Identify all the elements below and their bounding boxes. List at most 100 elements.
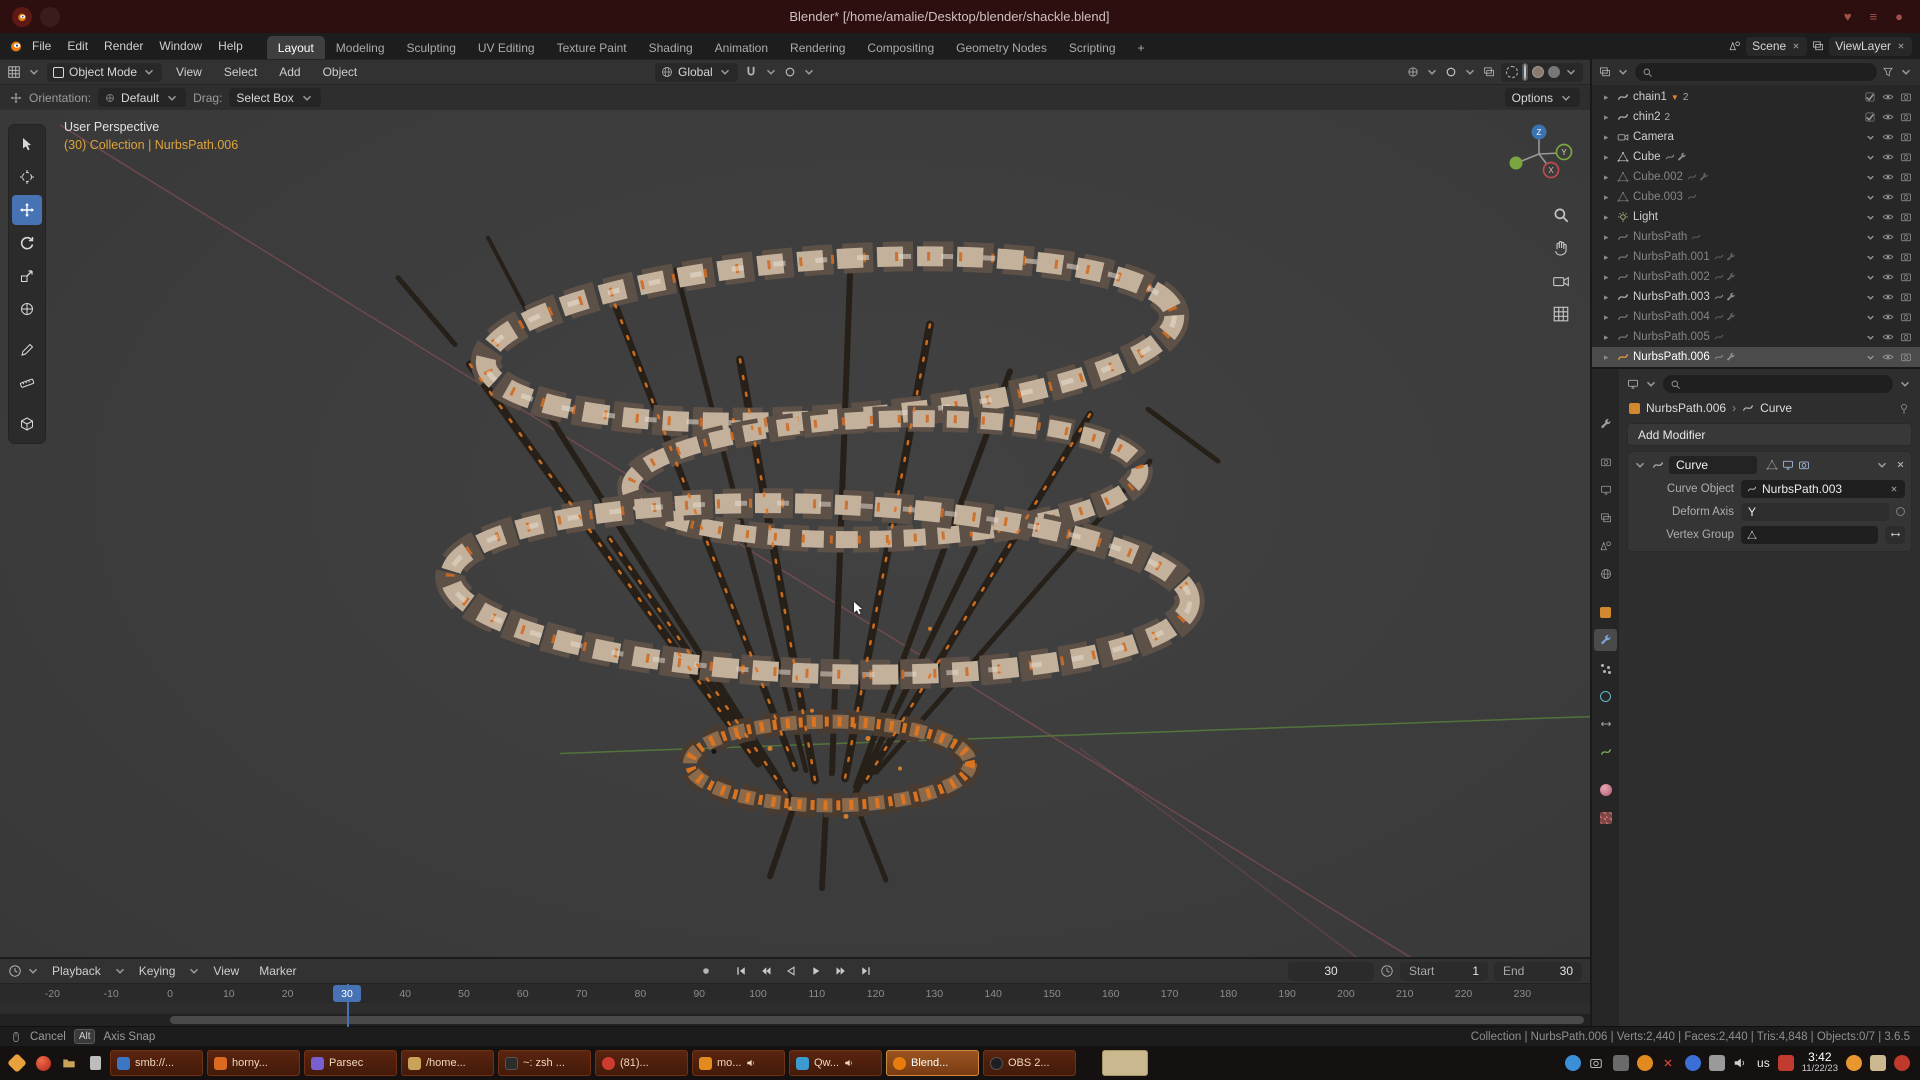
tab-object-data[interactable]	[1594, 741, 1617, 763]
shading-chevron-icon[interactable]	[1564, 65, 1578, 79]
tab-modeling[interactable]: Modeling	[325, 36, 396, 59]
menu-window[interactable]: Window	[151, 36, 210, 56]
window-menu-icon[interactable]: ≡	[1865, 9, 1883, 24]
properties-search-input[interactable]	[1663, 375, 1893, 393]
disable-in-renders-icon[interactable]	[1900, 311, 1912, 323]
outliner-row-nurbspath[interactable]: ▸NurbsPath	[1592, 227, 1920, 247]
taskbar-window-untitled[interactable]	[1102, 1050, 1148, 1076]
outliner-row-nurbspath-003[interactable]: ▸NurbsPath.003	[1592, 287, 1920, 307]
frame-start-field[interactable]: Start1	[1400, 962, 1488, 981]
show-overlays-icon[interactable]	[1445, 66, 1457, 78]
hide-in-viewport-eye-icon[interactable]	[1882, 211, 1894, 223]
screenshot-tray-icon[interactable]	[1589, 1055, 1605, 1071]
menu-marker[interactable]: Marker	[251, 961, 304, 981]
taskbar-window-mo[interactable]: mo...	[692, 1050, 785, 1076]
tool-select-box[interactable]	[12, 129, 42, 159]
viewlayer-remove-icon[interactable]	[1896, 41, 1906, 51]
taskbar-window-horny[interactable]: horny...	[207, 1050, 300, 1076]
add-workspace-button[interactable]: +	[1127, 36, 1156, 59]
media-tray-icon[interactable]	[1613, 1055, 1629, 1071]
rendered-shading-icon[interactable]	[1548, 66, 1560, 78]
chevron-icon[interactable]	[1865, 192, 1876, 203]
add-modifier-button[interactable]: Add Modifier	[1627, 423, 1912, 446]
expand-arrow-icon[interactable]: ▸	[1604, 152, 1613, 163]
render-display-icon[interactable]	[1798, 459, 1810, 471]
timeline-editor-icon[interactable]	[8, 964, 22, 978]
deform-axis-dropdown[interactable]: Y	[1741, 503, 1889, 521]
chevron-icon[interactable]	[1865, 332, 1876, 343]
tab-texture[interactable]	[1594, 807, 1617, 829]
workspace-switcher-icon[interactable]	[40, 7, 60, 27]
taskbar-window-81[interactable]: (81)...	[595, 1050, 688, 1076]
info-tray-icon[interactable]	[1565, 1055, 1581, 1071]
menu-object[interactable]: Object	[315, 62, 366, 82]
tool-transform[interactable]	[12, 294, 42, 324]
disable-in-renders-icon[interactable]	[1900, 351, 1912, 363]
use-preview-range-icon[interactable]	[1380, 964, 1394, 978]
orthographic-grid-icon[interactable]	[1552, 305, 1570, 323]
outliner-row-cube[interactable]: ▸Cube	[1592, 147, 1920, 167]
chevron-icon[interactable]	[1865, 292, 1876, 303]
vertex-group-field[interactable]	[1741, 526, 1878, 544]
record-tray-icon[interactable]	[1894, 1055, 1910, 1071]
exclude-checkbox-icon[interactable]	[1864, 91, 1876, 103]
hide-in-viewport-eye-icon[interactable]	[1882, 231, 1894, 243]
modifier-extras-chevron-icon[interactable]	[1875, 458, 1889, 472]
expand-arrow-icon[interactable]: ▸	[1604, 112, 1613, 123]
hide-in-viewport-eye-icon[interactable]	[1882, 151, 1894, 163]
disable-in-renders-icon[interactable]	[1900, 291, 1912, 303]
keyboard-layout-indicator[interactable]: us	[1757, 1056, 1770, 1070]
hide-in-viewport-eye-icon[interactable]	[1882, 271, 1894, 283]
properties-editor-icon[interactable]	[1627, 378, 1639, 390]
chevron-icon[interactable]	[1865, 172, 1876, 183]
outliner-row-light[interactable]: ▸Light	[1592, 207, 1920, 227]
app-window-icon[interactable]	[12, 7, 32, 27]
disable-in-renders-icon[interactable]	[1900, 211, 1912, 223]
menu-view[interactable]: View	[168, 62, 210, 82]
tab-physics[interactable]	[1594, 685, 1617, 707]
clock[interactable]: 3:42 11/22/23	[1802, 1051, 1838, 1076]
hide-in-viewport-eye-icon[interactable]	[1882, 331, 1894, 343]
zoom-icon[interactable]	[1552, 206, 1570, 224]
tab-scripting[interactable]: Scripting	[1058, 36, 1127, 59]
bluetooth-tray-icon[interactable]	[1685, 1055, 1701, 1071]
chevron-icon[interactable]	[1865, 252, 1876, 263]
outliner-row-cube-002[interactable]: ▸Cube.002	[1592, 167, 1920, 187]
expand-arrow-icon[interactable]: ▸	[1604, 132, 1613, 143]
timeline-editor-chevron-icon[interactable]	[26, 964, 40, 978]
volume-tray-icon[interactable]	[1733, 1055, 1749, 1071]
window-maximize-icon[interactable]: ●	[1890, 9, 1908, 24]
browser-launcher-icon[interactable]	[32, 1052, 54, 1074]
solid-shading-icon[interactable]	[1522, 63, 1528, 81]
active-tool-icon[interactable]	[10, 92, 22, 104]
hide-in-viewport-eye-icon[interactable]	[1882, 351, 1894, 363]
pin-id-icon[interactable]	[1898, 403, 1910, 415]
curve-object-field[interactable]: NurbsPath.003	[1741, 480, 1905, 498]
scissors-tray-icon[interactable]	[1661, 1055, 1677, 1071]
expand-arrow-icon[interactable]: ▸	[1604, 332, 1613, 343]
exclude-checkbox-icon[interactable]	[1864, 111, 1876, 123]
outliner-row-nurbspath-005[interactable]: ▸NurbsPath.005	[1592, 327, 1920, 347]
menu-file[interactable]: File	[24, 36, 59, 56]
outliner-row-chin2[interactable]: ▸chin22	[1592, 107, 1920, 127]
material-shading-icon[interactable]	[1532, 66, 1544, 78]
tool-measure[interactable]	[12, 368, 42, 398]
expand-arrow-icon[interactable]: ▸	[1604, 292, 1613, 303]
breadcrumb-object-name[interactable]: NurbsPath.006	[1646, 401, 1726, 415]
breadcrumb-data-name[interactable]: Curve	[1760, 401, 1792, 415]
outliner-row-nurbspath-004[interactable]: ▸NurbsPath.004	[1592, 307, 1920, 327]
hide-in-viewport-eye-icon[interactable]	[1882, 251, 1894, 263]
menu-keying[interactable]: Keying	[131, 961, 184, 981]
expand-arrow-icon[interactable]: ▸	[1604, 352, 1613, 363]
outliner-row-chain1[interactable]: ▸chain1▼2	[1592, 87, 1920, 107]
outliner-search-input[interactable]	[1635, 63, 1877, 81]
timeline-track-area[interactable]	[0, 1003, 1590, 1014]
expand-arrow-icon[interactable]: ▸	[1604, 312, 1613, 323]
hide-in-viewport-eye-icon[interactable]	[1882, 311, 1894, 323]
timeline-ruler[interactable]: -20 -10 0 10 20 30 40 50 60 70 80 90 100…	[0, 983, 1590, 1003]
chevron-icon[interactable]	[1865, 132, 1876, 143]
clipboard-launcher-icon[interactable]	[84, 1052, 106, 1074]
viewport-canvas[interactable]	[0, 110, 1590, 957]
outliner-editor-chevron-icon[interactable]	[1616, 65, 1630, 79]
tool-rotate[interactable]	[12, 228, 42, 258]
